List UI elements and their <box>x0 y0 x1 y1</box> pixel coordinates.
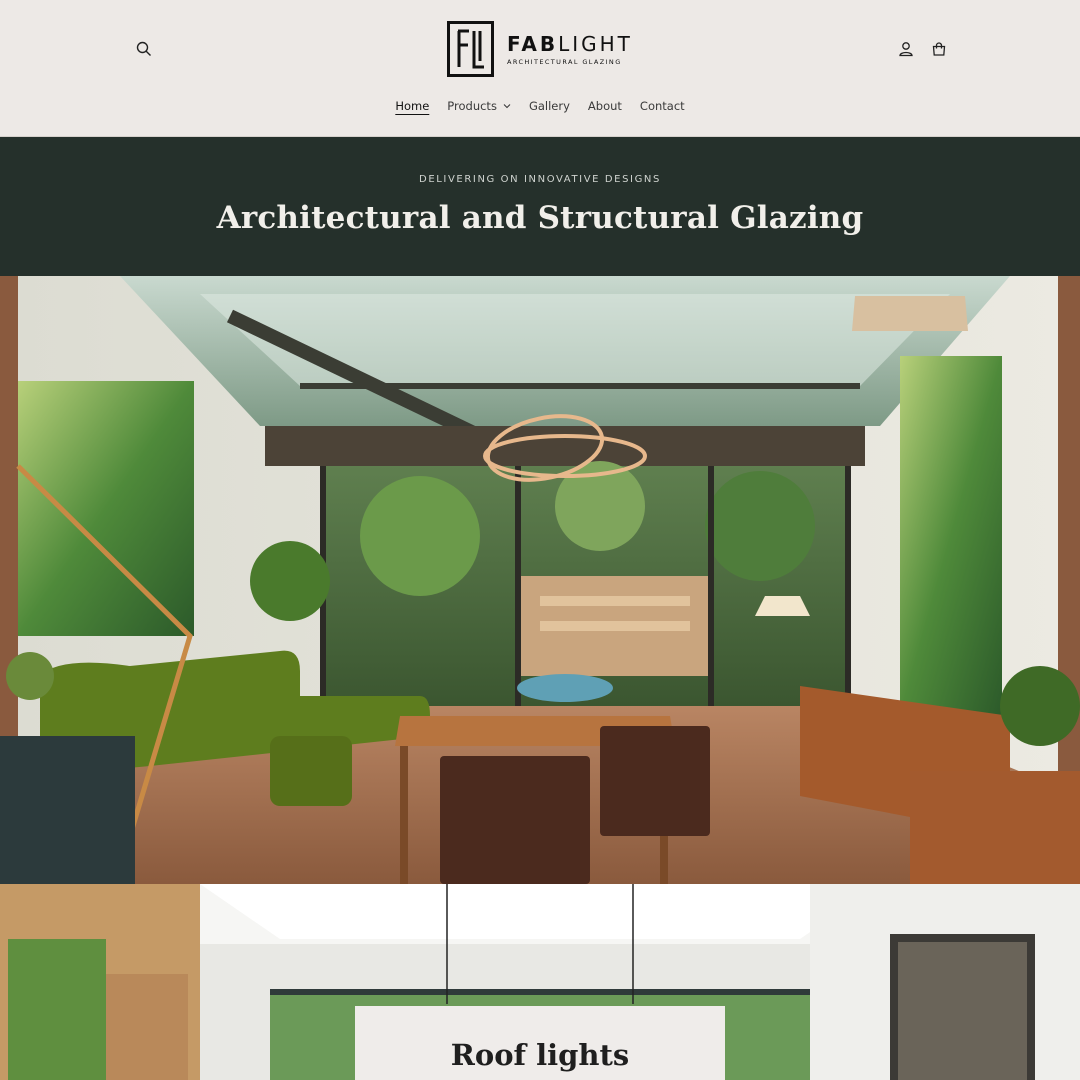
banner-subheading: DELIVERING ON INNOVATIVE DESIGNS <box>419 174 661 185</box>
roof-lights-card[interactable]: Roof lights <box>355 1006 725 1080</box>
hero-banner: DELIVERING ON INNOVATIVE DESIGNS Archite… <box>0 137 1080 276</box>
brand-logo[interactable]: FABLIGHT ARCHITECTURAL GLAZING <box>447 21 633 77</box>
nav-contact[interactable]: Contact <box>640 97 685 115</box>
brand-name: FABLIGHT <box>507 31 633 56</box>
nav-home[interactable]: Home <box>395 97 429 115</box>
brand-wordmark: FABLIGHT ARCHITECTURAL GLAZING <box>507 33 633 66</box>
banner-title: Architectural and Structural Glazing <box>216 200 864 236</box>
nav-products[interactable]: Products <box>447 97 511 115</box>
fl-monogram-icon <box>447 21 494 77</box>
account-icon[interactable] <box>893 36 919 62</box>
search-icon[interactable] <box>131 36 157 62</box>
roof-lights-photo: Roof lights <box>0 884 1080 1080</box>
brand-tagline: ARCHITECTURAL GLAZING <box>507 57 622 66</box>
cart-icon[interactable] <box>926 36 952 62</box>
nav-gallery[interactable]: Gallery <box>529 97 570 115</box>
roof-lights-title: Roof lights <box>450 1038 630 1072</box>
chevron-down-icon <box>503 104 511 109</box>
hero-photo-glazed-extension <box>0 276 1080 884</box>
main-nav: Home Products Gallery About Contact <box>0 97 1080 115</box>
site-header: FABLIGHT ARCHITECTURAL GLAZING Home Prod… <box>0 0 1080 137</box>
nav-about[interactable]: About <box>588 97 622 115</box>
nav-products-label: Products <box>447 99 497 113</box>
